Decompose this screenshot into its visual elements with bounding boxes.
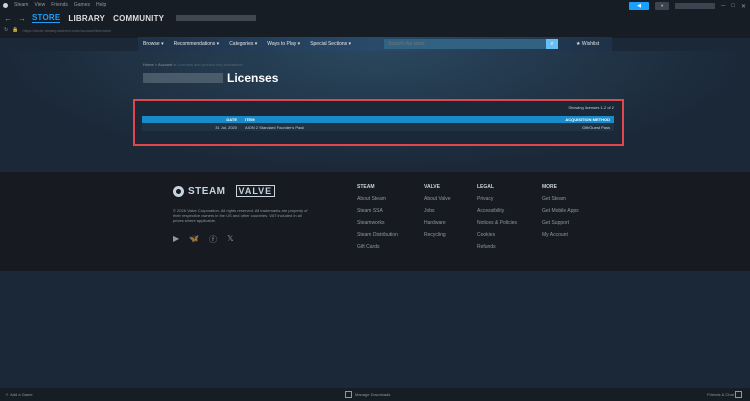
footer-col-valve: VALVE About Valve Jobs Hardware Recyclin…: [424, 184, 451, 238]
nav-categories[interactable]: Categories ▾: [229, 41, 257, 47]
footer-link[interactable]: Notices & Policies: [477, 220, 517, 226]
footer-link[interactable]: Cookies: [477, 232, 517, 238]
account-menu[interactable]: [675, 3, 716, 9]
breadcrumb-account[interactable]: Account: [158, 62, 172, 67]
table-row: 31 Jul, 2020 AION 2 Standard Founder's P…: [142, 123, 614, 131]
star-icon: ★: [576, 41, 581, 47]
search-box: ⌕: [384, 39, 558, 49]
nav-recommendations[interactable]: Recommendations ▾: [174, 41, 220, 47]
valve-logo[interactable]: VALVE: [235, 185, 276, 197]
notifications-button[interactable]: ●: [655, 2, 670, 10]
x-icon[interactable]: 𝕏: [227, 234, 233, 245]
footer-link[interactable]: Gift Cards: [357, 244, 398, 250]
menu-games[interactable]: Games: [74, 2, 90, 8]
steam-logo-icon: [173, 185, 184, 197]
footer-link[interactable]: About Valve: [424, 196, 451, 202]
close-icon[interactable]: ✕: [741, 3, 746, 10]
download-icon: [345, 391, 352, 398]
bell-icon: ●: [660, 3, 664, 9]
breadcrumb: Home > Account > Licenses and product ke…: [143, 62, 243, 67]
top-bar: Steam View Friends Games Help ◀ ● ─ □ ✕ …: [0, 0, 750, 38]
footer-logos: STEAM VALVE: [173, 185, 276, 197]
tab-community[interactable]: COMMUNITY: [113, 14, 164, 23]
search-icon: ⌕: [550, 40, 554, 47]
footer-col-legal: LEGAL Privacy Accessibility Notices & Po…: [477, 184, 518, 250]
store-nav: Browse ▾ Recommendations ▾ Categories ▾ …: [138, 37, 612, 51]
tab-library[interactable]: LIBRARY: [68, 14, 105, 23]
add-game-button[interactable]: ＋ Add a Game: [5, 392, 33, 398]
wishlist-button[interactable]: ★ Wishlist: [576, 37, 612, 51]
table-header: DATE ITEM ACQUISITION METHOD: [142, 116, 614, 123]
chat-icon: [735, 391, 742, 398]
social-links: ▶ 🦋 ⓕ 𝕏: [173, 234, 234, 245]
licenses-table: DATE ITEM ACQUISITION METHOD 31 Jul, 202…: [142, 116, 614, 131]
header-date: DATE: [226, 117, 237, 122]
plus-icon: ＋: [5, 391, 9, 397]
footer-link[interactable]: Privacy: [477, 196, 517, 202]
bottom-bar: ＋ Add a Game Manage Downloads Friends & …: [0, 388, 750, 401]
menu-friends[interactable]: Friends: [51, 2, 68, 8]
footer-link[interactable]: Jobs: [424, 208, 451, 214]
menu-help[interactable]: Help: [96, 2, 106, 8]
footer-col-more: MORE Get Steam Get Mobile Apps Get Suppo…: [542, 184, 579, 238]
window-controls: ◀ ● ─ □ ✕: [629, 2, 746, 10]
footer: STEAM VALVE © 2026 Valve Corporation. Al…: [0, 172, 750, 271]
menu-bar: Steam View Friends Games Help: [0, 0, 106, 10]
lock-icon: 🔒: [12, 27, 19, 33]
licenses-panel: Showing licenses 1-2 of 2 DATE ITEM ACQU…: [133, 99, 624, 146]
footer-col-steam: STEAM About Steam Steam SSA Steamworks S…: [357, 184, 398, 250]
row-date: 31 Jul, 2020: [215, 124, 237, 130]
nav-browse[interactable]: Browse ▾: [143, 41, 164, 47]
row-item: AION 2 Standard Founder's Pack: [245, 124, 305, 130]
breadcrumb-home[interactable]: Home: [143, 62, 154, 67]
breadcrumb-current: Licenses and product key activations: [177, 62, 243, 67]
footer-link[interactable]: Get Support: [542, 220, 579, 226]
footer-link[interactable]: Get Steam: [542, 196, 579, 202]
megaphone-icon: ◀: [637, 3, 641, 9]
main-tabs: ← → STORE LIBRARY COMMUNITY: [4, 11, 257, 25]
back-arrow-icon[interactable]: ←: [4, 14, 12, 23]
row-method: Gift/Guest Pass: [581, 124, 610, 130]
maximize-icon[interactable]: □: [731, 3, 735, 9]
footer-link[interactable]: Refunds: [477, 244, 517, 250]
bluesky-icon[interactable]: 🦋: [189, 234, 199, 245]
footer-link[interactable]: Accessibility: [477, 208, 517, 214]
footer-link[interactable]: Steam Distribution: [357, 232, 398, 238]
footer-link[interactable]: My Account: [542, 232, 579, 238]
minimize-icon[interactable]: ─: [721, 3, 725, 9]
url-text[interactable]: https://store.steampowered.com/account/l…: [22, 28, 111, 33]
nav-special-sections[interactable]: Special Sections ▾: [310, 41, 351, 47]
blurred-username: [143, 73, 223, 83]
username-tab[interactable]: [176, 15, 257, 21]
menu-steam[interactable]: Steam: [14, 2, 28, 8]
url-bar: ↻ 🔒 https://store.steampowered.com/accou…: [4, 26, 111, 34]
search-input[interactable]: [384, 40, 550, 48]
manage-downloads-button[interactable]: Manage Downloads: [345, 391, 390, 398]
footer-link[interactable]: Steam SSA: [357, 208, 398, 214]
forward-arrow-icon[interactable]: →: [18, 14, 26, 23]
footer-link[interactable]: About Steam: [357, 196, 398, 202]
header-item: ITEM: [245, 117, 255, 122]
menu-view[interactable]: View: [34, 2, 45, 8]
footer-link[interactable]: Recycling: [424, 232, 451, 238]
tab-store[interactable]: STORE: [32, 13, 61, 23]
refresh-icon[interactable]: ↻: [4, 27, 8, 33]
broadcast-button[interactable]: ◀: [629, 2, 650, 10]
steam-icon: [3, 2, 8, 8]
facebook-icon[interactable]: ⓕ: [209, 234, 217, 245]
search-button[interactable]: ⌕: [546, 39, 558, 49]
footer-link[interactable]: Get Mobile Apps: [542, 208, 579, 214]
steam-logo[interactable]: STEAM: [173, 185, 226, 197]
copyright-text: © 2026 Valve Corporation. All rights res…: [173, 208, 308, 223]
footer-link[interactable]: Steamworks: [357, 220, 398, 226]
friends-chat-button[interactable]: Friends & Chat: [707, 391, 745, 398]
licenses-count: Showing licenses 1-2 of 2: [568, 105, 614, 110]
youtube-icon[interactable]: ▶: [173, 234, 179, 245]
footer-link[interactable]: Hardware: [424, 220, 451, 226]
header-method: ACQUISITION METHOD: [565, 117, 610, 122]
nav-ways-to-play[interactable]: Ways to Play ▾: [267, 41, 300, 47]
page-title: Licenses: [143, 71, 278, 85]
